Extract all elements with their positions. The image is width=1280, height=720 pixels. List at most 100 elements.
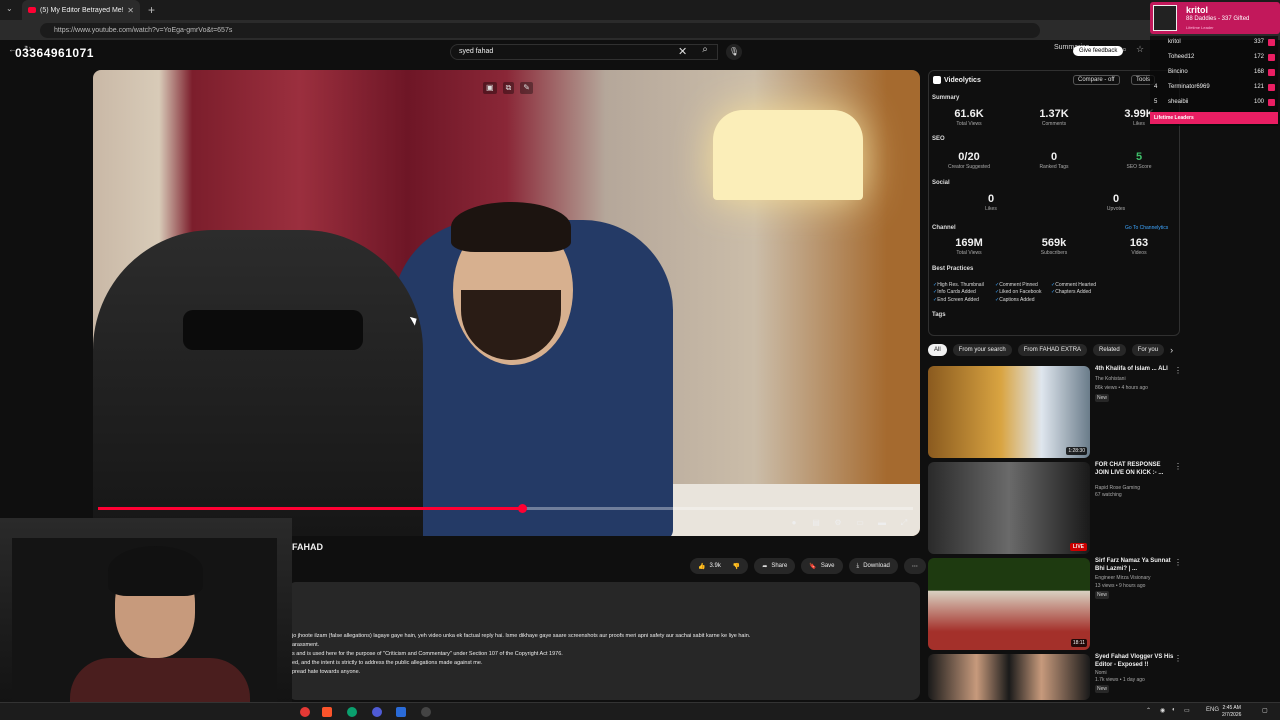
chip-related[interactable]: Related [1093,344,1126,356]
recommended-video[interactable]: LIVE FOR CHAT RESPONSE JOIN LIVE ON KICK… [928,462,1188,554]
recommended-video[interactable]: 1:28:30 4th Khalifa of Islam ... ALI The… [928,366,1188,458]
best-practice-item: High Res. Thumbnail [933,282,984,288]
leader-name: Bincino [1168,69,1188,75]
chip-all[interactable]: All [928,344,947,356]
channel-name[interactable]: Engineer Mirza Visionary [1095,575,1151,581]
chrome-app-icon[interactable] [372,707,382,717]
chip-from-your-search[interactable]: From your search [952,344,1012,356]
more-icon: ⋯ [911,563,918,570]
video-thumbnail[interactable]: LIVE [928,462,1090,554]
like-button[interactable]: 👍 3.9k 👎 [690,558,749,574]
tags-heading: Tags [932,312,946,318]
more-options-icon[interactable]: ⋮ [1174,654,1182,663]
stat-label: Likes [985,206,997,212]
edge-browser-icon[interactable] [347,707,357,717]
stat-social-likes: 0 Likes [961,193,1021,212]
new-tab-icon[interactable]: + [148,3,155,17]
video-duration: 18:11 [1070,639,1087,647]
leader-count: 168 [1253,69,1264,75]
video-title[interactable]: 4th Khalifa of Islam ... ALI [1095,366,1175,374]
video-thumbnail[interactable] [928,654,1090,700]
chip-for-you[interactable]: For you [1131,344,1165,356]
share-icon: ➦ [762,563,768,570]
more-options-icon[interactable]: ⋮ [1174,558,1182,567]
video-thumbnail[interactable]: 18:11 [928,558,1090,650]
stat-value: 0 [1050,151,1058,163]
gift-icon [1268,39,1275,46]
leaderboard-row: Toheed12 172 [1150,51,1278,65]
bookmark-star-icon[interactable]: ☆ [1136,44,1144,55]
bookmark-icon: 🔖 [809,563,817,570]
clock[interactable]: 2:45 AM 2/7/2026 [1222,705,1241,719]
microphone-icon[interactable]: 🎙 [726,44,742,60]
tray-network-icon[interactable]: ◉ [1160,707,1165,714]
channel-name[interactable]: Rapid Rose Gaming [1095,485,1140,491]
video-player[interactable]: ▣ ⧉ ✎ ● ▤ ⚙ ▭ ▬ ⤢ [93,70,920,536]
capture-icon[interactable]: ⧉ [502,82,515,94]
picture-in-picture-icon[interactable]: ▣ [483,82,497,94]
notification-icon[interactable]: ▢ [1262,707,1268,714]
clear-search-icon[interactable]: ✕ [678,45,687,58]
thumbs-down-icon[interactable]: 👎 [733,563,740,570]
browser-tab[interactable]: (5) My Editor Betrayed Me! Th ✕ [22,0,140,20]
video-meta: 13 views • 9 hours ago [1095,583,1146,589]
fullscreen-icon[interactable]: ⤢ [896,518,912,530]
tray-battery-icon[interactable]: ▭ [1184,707,1190,714]
more-options-icon[interactable]: ⋮ [1174,462,1182,471]
language-indicator[interactable]: ENG [1206,707,1219,713]
miniplayer-icon[interactable]: ▭ [852,518,868,530]
seo-heading: SEO [932,136,945,142]
tray-speaker-icon[interactable]: ◐ [1172,707,1176,713]
chip-from-fahad-extra[interactable]: From FAHAD EXTRA [1017,344,1088,356]
more-options-icon[interactable]: ⋮ [1174,366,1182,375]
download-button[interactable]: ⤓ Download [848,558,898,574]
alert-text: 88 Daddies - 337 Gifted [1186,16,1250,22]
foreground-person [93,230,423,536]
video-title: FAHAD [292,542,323,552]
share-label: Share [771,563,788,569]
description-line: ed, and the intent is strictly to addres… [292,660,483,666]
leader-count: 337 [1253,39,1264,45]
more-actions-button[interactable]: ⋯ [903,558,926,574]
gift-icon [1268,99,1275,106]
brave-browser-icon[interactable] [322,707,332,717]
recommended-video[interactable]: Syed Fahad Vlogger VS His Editor - Expos… [928,654,1188,700]
go-to-channelytics-link[interactable]: Go To Channelytics [1125,225,1168,231]
leader-name: Toheed12 [1168,54,1195,60]
video-thumbnail[interactable]: 1:28:30 [928,366,1090,458]
compare-button[interactable]: Compare - off [1073,75,1120,85]
tab-list-icon[interactable]: ⌄ [6,4,13,13]
autoplay-toggle-icon[interactable]: ● [786,518,802,530]
video-title[interactable]: Syed Fahad Vlogger VS His Editor - Expos… [1095,654,1175,670]
subtitles-icon[interactable]: ▤ [808,518,824,530]
clock-time: 2:45 AM [1222,705,1241,711]
stat-videos: 163 Videos [1109,237,1169,256]
leader-count: 100 [1253,99,1264,105]
stat-subscribers: 569k Subscribers [1024,237,1084,256]
channel-name[interactable]: The Kohistani [1095,376,1126,382]
video-title[interactable]: FOR CHAT RESPONSE JOIN LIVE ON KICK :- .… [1095,462,1175,478]
stat-value: 569k [1041,237,1067,249]
url-field[interactable]: https://www.youtube.com/watch?v=YoEga-gm… [40,22,1040,38]
tray-chevron-icon[interactable]: ⌃ [1146,707,1151,714]
recommended-video[interactable]: 18:11 Sirf Farz Namaz Ya Sunnat Bhi Lazm… [928,558,1188,650]
give-feedback-button[interactable]: Give feedback [1073,46,1124,56]
record-app-icon[interactable] [300,707,310,717]
close-tab-icon[interactable]: ✕ [127,6,134,15]
obs-icon[interactable] [421,707,431,717]
progress-bar[interactable] [98,504,913,513]
search-icon[interactable]: ⌕ [694,44,716,60]
channel-name[interactable]: Nomi [1095,670,1107,676]
note-icon[interactable]: ✎ [520,82,533,94]
save-button[interactable]: 🔖 Save [801,558,843,574]
share-button[interactable]: ➦ Share [754,558,796,574]
chevron-right-icon[interactable]: › [1170,345,1173,355]
scrubber-handle[interactable] [517,504,527,513]
theater-mode-icon[interactable]: ▬ [874,518,890,530]
streamer-hair [108,546,203,596]
video-title[interactable]: Sirf Farz Namaz Ya Sunnat Bhi Lazmi? | .… [1095,558,1175,574]
file-explorer-icon[interactable] [396,707,406,717]
settings-gear-icon[interactable]: ⚙ [830,518,846,530]
progress-fill [98,507,522,510]
description-box[interactable] [288,582,920,700]
